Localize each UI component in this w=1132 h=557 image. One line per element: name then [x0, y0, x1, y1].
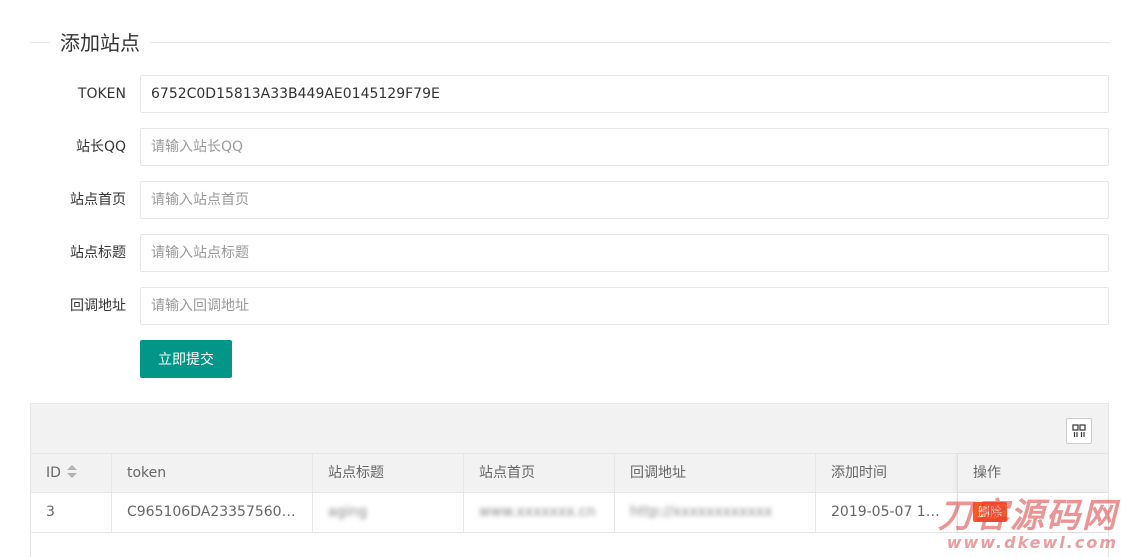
- cell-title: aging: [313, 493, 464, 532]
- qq-label: 站长QQ: [75, 139, 126, 155]
- sites-table: ID token 站点标题 站点首页 回调地址 添加时间 操作 3 C96510…: [30, 403, 1109, 557]
- cell-callback: http://xxxxxxxxxxxx: [615, 493, 816, 532]
- form-row-homepage: 站点首页: [30, 181, 1110, 219]
- column-header-actions: 操作: [958, 454, 1108, 492]
- callback-label: 回调地址: [70, 298, 126, 314]
- table-header: ID token 站点标题 站点首页 回调地址 添加时间 操作: [31, 454, 1108, 493]
- page-title: 添加站点: [60, 31, 140, 55]
- cell-id: 3: [31, 493, 112, 532]
- column-header-time: 添加时间: [816, 454, 958, 492]
- form-row-qq: 站长QQ: [30, 128, 1110, 166]
- column-header-title: 站点标题: [313, 454, 464, 492]
- form-legend: 添加站点: [30, 30, 1110, 56]
- form-row-title: 站点标题: [30, 234, 1110, 272]
- form-row-token: TOKEN: [30, 75, 1110, 113]
- cell-title-value: aging: [328, 504, 368, 520]
- homepage-input[interactable]: [140, 181, 1109, 219]
- homepage-label: 站点首页: [70, 192, 126, 208]
- token-input[interactable]: [140, 75, 1109, 113]
- cell-homepage-value: www.xxxxxxx.cn: [479, 504, 596, 520]
- cell-callback-value: http://xxxxxxxxxxxx: [630, 504, 773, 520]
- delete-button[interactable]: 删除: [973, 502, 1008, 522]
- column-header-homepage: 站点首页: [464, 454, 615, 492]
- form-row-callback: 回调地址: [30, 287, 1110, 325]
- legend-line-left: [30, 42, 50, 43]
- qq-input[interactable]: [140, 128, 1109, 166]
- cell-homepage: www.xxxxxxx.cn: [464, 493, 615, 532]
- table-row: 3 C965106DA233575601A… aging www.xxxxxxx…: [31, 493, 1108, 533]
- cell-time: 2019-05-07 11:37:5…: [816, 493, 958, 532]
- token-label: TOKEN: [77, 86, 126, 102]
- legend-line-right: [150, 42, 1110, 43]
- callback-input[interactable]: [140, 287, 1109, 325]
- column-filter-icon: [1072, 424, 1086, 437]
- sort-icon[interactable]: [66, 465, 77, 479]
- column-header-id[interactable]: ID: [31, 454, 112, 492]
- cell-actions: 删除: [958, 493, 1108, 532]
- column-filter-button[interactable]: [1066, 418, 1092, 444]
- table-toolbar: [31, 404, 1108, 454]
- cell-token: C965106DA233575601A…: [112, 493, 313, 532]
- column-header-callback: 回调地址: [615, 454, 816, 492]
- submit-button[interactable]: 立即提交: [140, 340, 232, 378]
- title-label: 站点标题: [70, 245, 126, 261]
- column-header-token: token: [112, 454, 313, 492]
- title-input[interactable]: [140, 234, 1109, 272]
